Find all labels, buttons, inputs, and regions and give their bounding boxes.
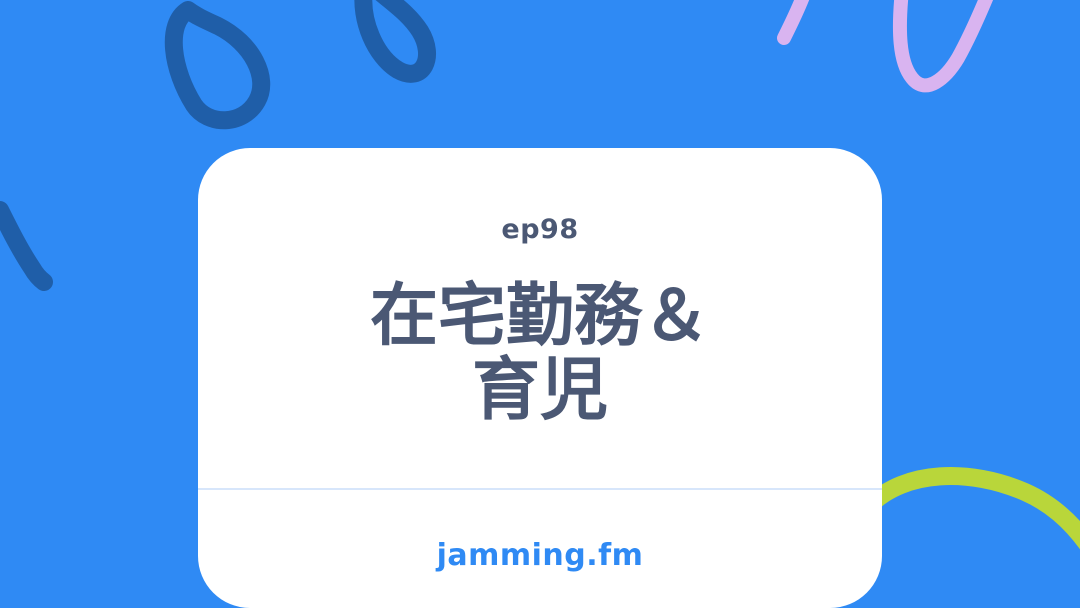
site-link[interactable]: jamming.fm	[198, 538, 882, 573]
episode-title-line-1: 在宅勤務＆	[369, 277, 710, 356]
circle-doodle-icon	[861, 467, 1080, 550]
teardrop-doodle-icon	[354, 0, 436, 83]
loop-doodle-icon	[777, 0, 810, 45]
loop-doodle-icon	[892, 0, 994, 93]
episode-title: 在宅勤務＆ 育児	[198, 280, 882, 428]
episode-title-line-2: 育児	[471, 351, 608, 430]
episode-card: ep98 在宅勤務＆ 育児 jamming.fm	[198, 148, 882, 608]
episode-number: ep98	[501, 214, 579, 245]
teardrop-doodle-icon	[164, 1, 271, 130]
curve-doodle-icon	[0, 201, 53, 291]
divider	[198, 488, 882, 490]
